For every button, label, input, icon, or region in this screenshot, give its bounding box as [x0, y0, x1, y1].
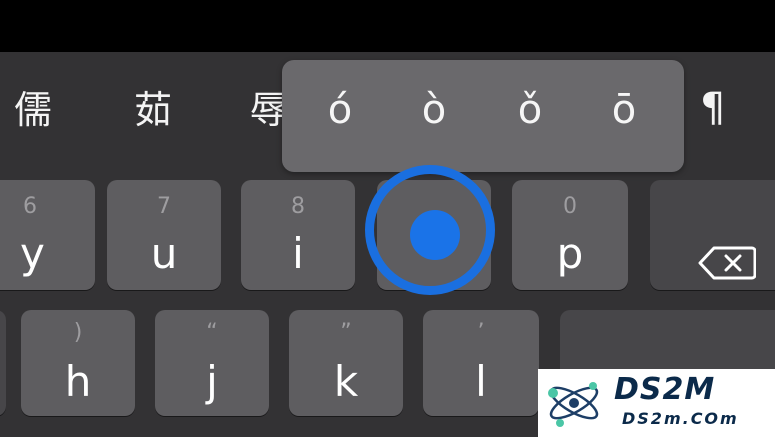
key-i[interactable]: 8 i — [241, 180, 355, 290]
key-k-label: k — [333, 357, 359, 406]
backspace-icon — [698, 246, 756, 280]
key-j-label: j — [206, 357, 218, 406]
key-j[interactable]: “ j — [155, 310, 269, 416]
key-p-label: p — [556, 229, 584, 278]
watermark: DS2M DS2m.COm — [538, 369, 775, 437]
accent-o-grave[interactable]: ò — [404, 82, 464, 138]
key-y[interactable]: 6 y — [0, 180, 95, 290]
candidate-2[interactable]: 茹 — [134, 86, 172, 134]
key-j-hint: “ — [206, 320, 218, 345]
key-l-label: l — [475, 357, 487, 406]
key-y-label: y — [20, 229, 45, 278]
key-u-label: u — [150, 229, 178, 278]
key-u[interactable]: 7 u — [107, 180, 221, 290]
key-h[interactable]: ) h — [21, 310, 135, 416]
key-l[interactable]: ’ l — [423, 310, 539, 416]
key-i-label: i — [292, 229, 304, 278]
key-l-hint: ’ — [477, 320, 485, 345]
key-u-hint: 7 — [157, 194, 171, 219]
key-h-hint: ) — [73, 320, 83, 345]
atom-logo-icon — [548, 382, 599, 427]
backspace-key[interactable] — [650, 180, 775, 290]
key-h-label: h — [64, 357, 92, 406]
watermark-subtitle: DS2m.COm — [622, 409, 739, 428]
key-k[interactable]: ” k — [289, 310, 403, 416]
pilcrow-key[interactable]: ¶ — [700, 84, 725, 132]
key-i-hint: 8 — [291, 194, 305, 219]
accent-o-macron[interactable]: ō — [594, 82, 654, 138]
accent-o-acute[interactable]: ó — [310, 82, 370, 138]
key-p-hint: 0 — [563, 194, 577, 219]
watermark-title: DS2M — [614, 372, 716, 407]
touch-indicator-dot — [410, 210, 460, 260]
candidate-1[interactable]: 儒 — [14, 86, 52, 134]
key-left-edge[interactable] — [0, 310, 6, 416]
key-y-hint: 6 — [23, 194, 37, 219]
accent-o-caron[interactable]: ǒ — [500, 82, 560, 138]
key-k-hint: ” — [340, 320, 352, 345]
screen-top-area — [0, 0, 775, 52]
key-p[interactable]: 0 p — [512, 180, 628, 290]
